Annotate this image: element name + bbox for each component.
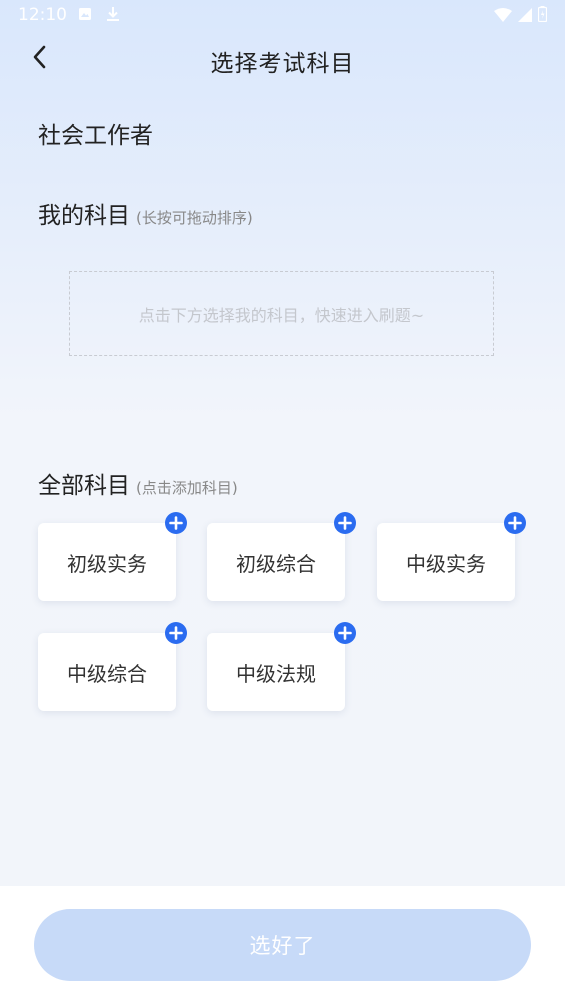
subject-card-3[interactable]: 中级综合 xyxy=(38,622,187,711)
signal-icon xyxy=(518,7,532,26)
subject-label: 中级法规 xyxy=(236,661,316,686)
subject-label: 初级实务 xyxy=(67,551,147,576)
subject-card-2[interactable]: 中级实务 xyxy=(377,512,526,601)
status-bar: 12:10 xyxy=(0,0,565,32)
confirm-button[interactable]: 选好了 xyxy=(34,909,531,981)
confirm-button-label: 选好了 xyxy=(249,934,316,958)
subject-label: 初级综合 xyxy=(236,551,316,576)
my-subjects-header: 我的科目 (长按可拖动排序) xyxy=(38,196,253,230)
subject-label: 中级综合 xyxy=(67,661,147,686)
add-circle-icon[interactable] xyxy=(334,512,356,534)
subject-card-0[interactable]: 初级实务 xyxy=(38,512,187,601)
my-subjects-hint: (长按可拖动排序) xyxy=(136,209,253,227)
my-subjects-empty-box: 点击下方选择我的科目，快速进入刷题~ xyxy=(69,271,494,356)
add-circle-icon[interactable] xyxy=(165,622,187,644)
header: 选择考试科目 xyxy=(0,32,565,86)
photo-icon xyxy=(78,6,92,26)
add-circle-icon[interactable] xyxy=(504,512,526,534)
status-time: 12:10 xyxy=(18,5,67,25)
add-circle-icon[interactable] xyxy=(165,512,187,534)
wifi-icon xyxy=(494,7,512,26)
add-circle-icon[interactable] xyxy=(334,622,356,644)
subject-card-4[interactable]: 中级法规 xyxy=(207,622,356,711)
page-title: 选择考试科目 xyxy=(210,51,355,77)
subject-label: 中级实务 xyxy=(406,551,486,576)
my-subjects-title: 我的科目 xyxy=(38,203,130,229)
all-subjects-title: 全部科目 xyxy=(38,473,130,499)
download-icon xyxy=(106,6,120,26)
status-left-icons xyxy=(78,6,120,26)
battery-icon xyxy=(537,6,548,26)
my-subjects-empty-text: 点击下方选择我的科目，快速进入刷题~ xyxy=(138,305,425,325)
subject-card-1[interactable]: 初级综合 xyxy=(207,512,356,601)
career-name: 社会工作者 xyxy=(38,123,153,149)
status-right-icons xyxy=(494,6,548,26)
bottom-bar: 选好了 xyxy=(0,886,565,1004)
all-subjects-header: 全部科目 (点击添加科目) xyxy=(38,466,238,500)
all-subjects-hint: (点击添加科目) xyxy=(136,479,238,497)
